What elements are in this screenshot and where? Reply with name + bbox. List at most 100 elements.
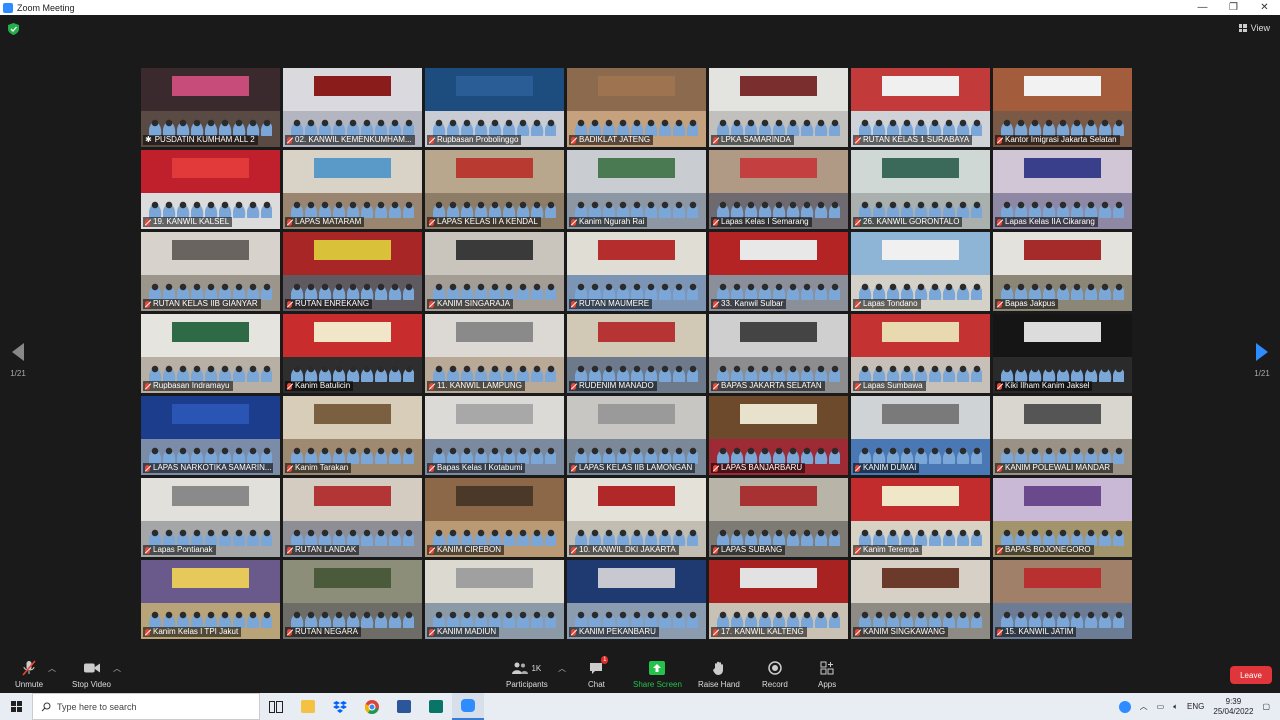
chevron-up-icon[interactable]: ︿ — [1140, 701, 1148, 712]
video-tile[interactable]: KANIM PEKANBARU — [567, 560, 706, 639]
video-tile[interactable]: LAPAS BANJARBARU — [709, 396, 848, 475]
video-tile[interactable]: 17. KANWIL KALTENG — [709, 560, 848, 639]
participant-name: Kanim Kelas I TPI Jakut — [143, 627, 242, 637]
participant-name: Kanim Ngurah Rai — [569, 217, 648, 227]
video-tile[interactable]: 19. KANWIL KALSEL — [141, 150, 280, 229]
participant-name-text: Rupbasan Probolinggo — [437, 135, 519, 144]
video-tile[interactable]: LAPAS KELAS II A KENDAL — [425, 150, 564, 229]
help-icon[interactable] — [1118, 700, 1131, 713]
video-tile[interactable]: 26. KANWIL GORONTALO — [851, 150, 990, 229]
view-button[interactable]: View — [1238, 23, 1270, 33]
video-tile[interactable]: Kanim Kelas I TPI Jakut — [141, 560, 280, 639]
file-explorer-icon[interactable] — [292, 693, 324, 720]
notification-icon[interactable]: ▢ — [1262, 702, 1270, 711]
video-tile[interactable]: RUTAN LANDAK — [283, 478, 422, 557]
muted-mic-icon — [855, 464, 860, 472]
audio-options-caret-icon[interactable]: ︿ — [48, 663, 56, 674]
dropbox-icon[interactable] — [324, 693, 356, 720]
video-tile[interactable]: 15. KANWIL JATIM — [993, 560, 1132, 639]
video-tile[interactable]: Lapas Kelas IIA Cikarang — [993, 150, 1132, 229]
video-tile[interactable]: 11. KANWIL LAMPUNG — [425, 314, 564, 393]
video-tile[interactable]: LAPAS MATARAM — [283, 150, 422, 229]
participant-name: LPKA SAMARINDA — [711, 135, 794, 145]
restore-button[interactable]: ❐ — [1218, 0, 1249, 15]
raise-hand-icon — [711, 660, 727, 676]
network-icon[interactable]: ▭ — [1157, 702, 1165, 711]
close-button[interactable]: ✕ — [1249, 0, 1280, 15]
video-tile[interactable]: LPKA SAMARINDA — [709, 68, 848, 147]
start-button[interactable] — [0, 693, 32, 720]
participant-name-text: Bapas Kelas I Kotabumi — [437, 463, 523, 472]
clock[interactable]: 9:39 25/04/2022 — [1213, 697, 1253, 717]
volume-icon[interactable]: 🔈︎ — [1173, 702, 1178, 712]
video-tile[interactable]: LAPAS NARKOTIKA SAMARIN... — [141, 396, 280, 475]
video-tile[interactable]: KANIM MADIUN — [425, 560, 564, 639]
participant-name-text: LAPAS SUBANG — [721, 545, 783, 554]
participants-button[interactable]: 1K Participants — [506, 660, 548, 689]
apps-button[interactable]: Apps — [818, 660, 836, 689]
video-tile[interactable]: KANIM SINGKAWANG — [851, 560, 990, 639]
chat-button[interactable]: 1 Chat — [588, 656, 609, 689]
video-tile[interactable]: RUTAN NEGARA — [283, 560, 422, 639]
stop-video-button[interactable]: Stop Video — [72, 660, 111, 689]
participant-name: RUTAN KELAS IIB GIANYAR — [143, 299, 261, 309]
video-tile[interactable]: LAPAS KELAS IIB LAMONGAN — [567, 396, 706, 475]
leave-button[interactable]: Leave — [1230, 666, 1272, 684]
share-screen-button[interactable]: Share Screen — [633, 660, 682, 689]
video-tile[interactable]: Bapas Kelas I Kotabumi — [425, 396, 564, 475]
participants-caret-icon[interactable]: ︿ — [558, 663, 566, 674]
record-button[interactable]: Record — [762, 660, 788, 689]
video-tile[interactable]: Lapas Pontianak — [141, 478, 280, 557]
video-options-caret-icon[interactable]: ︿ — [113, 663, 121, 674]
share-screen-label: Share Screen — [633, 680, 682, 689]
language-indicator[interactable]: ENG — [1187, 702, 1204, 711]
video-tile[interactable]: Kantor Imigrasi Jakarta Selatan — [993, 68, 1132, 147]
video-tile[interactable]: Rupbasan Probolinggo — [425, 68, 564, 147]
minimize-button[interactable]: — — [1187, 0, 1218, 15]
video-tile[interactable]: 33. Kanwil Sulbar — [709, 232, 848, 311]
video-tile[interactable]: Kanim Batulicin — [283, 314, 422, 393]
video-tile[interactable]: RUTAN ENREKANG — [283, 232, 422, 311]
video-tile[interactable]: RUTAN KELAS 1 SURABAYA — [851, 68, 990, 147]
video-tile[interactable]: RUDENIM MANADO — [567, 314, 706, 393]
video-tile[interactable]: Kiki Ilham Kanim Jaksel — [993, 314, 1132, 393]
participant-name-text: RUTAN KELAS IIB GIANYAR — [153, 299, 258, 308]
participant-name-text: Kanim Ngurah Rai — [579, 217, 645, 226]
video-tile[interactable]: LAPAS SUBANG — [709, 478, 848, 557]
video-tile[interactable]: Kanim Tarakan — [283, 396, 422, 475]
task-view-icon[interactable] — [260, 693, 292, 720]
video-tile[interactable]: Kanim Ngurah Rai — [567, 150, 706, 229]
unmute-button[interactable]: Unmute — [15, 660, 43, 689]
publisher-icon[interactable] — [420, 693, 452, 720]
video-tile[interactable]: 02. KANWIL KEMENKUMHAM... — [283, 68, 422, 147]
video-tile[interactable]: KANIM DUMAI — [851, 396, 990, 475]
video-tile[interactable]: Lapas Tondano — [851, 232, 990, 311]
video-tile[interactable]: KANIM CIREBON — [425, 478, 564, 557]
participant-name-text: 17. KANWIL KALTENG — [721, 627, 804, 636]
video-tile[interactable]: BAPAS JAKARTA SELATAN — [709, 314, 848, 393]
muted-mic-icon — [145, 546, 150, 554]
video-tile[interactable]: KANIM POLEWALI MANDAR — [993, 396, 1132, 475]
raise-hand-button[interactable]: Raise Hand — [698, 660, 740, 689]
video-tile[interactable]: Rupbasan Indramayu — [141, 314, 280, 393]
video-tile[interactable]: Kanim Terempa — [851, 478, 990, 557]
video-tile[interactable]: Lapas Kelas I Semarang — [709, 150, 848, 229]
video-tile[interactable]: 10. KANWIL DKI JAKARTA — [567, 478, 706, 557]
video-tile[interactable]: RUTAN MAUMERE — [567, 232, 706, 311]
next-page-button[interactable]: 1/21 — [1252, 343, 1272, 378]
previous-page-button[interactable]: 1/21 — [8, 343, 28, 378]
search-icon — [41, 702, 51, 711]
video-tile[interactable]: Bapas Jakpus — [993, 232, 1132, 311]
video-tile[interactable]: RUTAN KELAS IIB GIANYAR — [141, 232, 280, 311]
zoom-taskbar-icon[interactable] — [452, 693, 484, 720]
participant-name: Kanim Tarakan — [285, 463, 352, 473]
video-tile[interactable]: BAPAS BOJONEGORO — [993, 478, 1132, 557]
word-icon[interactable] — [388, 693, 420, 720]
video-tile[interactable]: KANIM SINGARAJA — [425, 232, 564, 311]
video-tile[interactable]: ✱ PUSDATIN KUMHAM ALL 2 — [141, 68, 280, 147]
taskbar-search[interactable]: Type here to search — [32, 693, 260, 720]
video-tile[interactable]: Lapas Sumbawa — [851, 314, 990, 393]
security-shield-icon[interactable] — [8, 23, 19, 35]
video-tile[interactable]: BADIKLAT JATENG — [567, 68, 706, 147]
chrome-icon[interactable] — [356, 693, 388, 720]
